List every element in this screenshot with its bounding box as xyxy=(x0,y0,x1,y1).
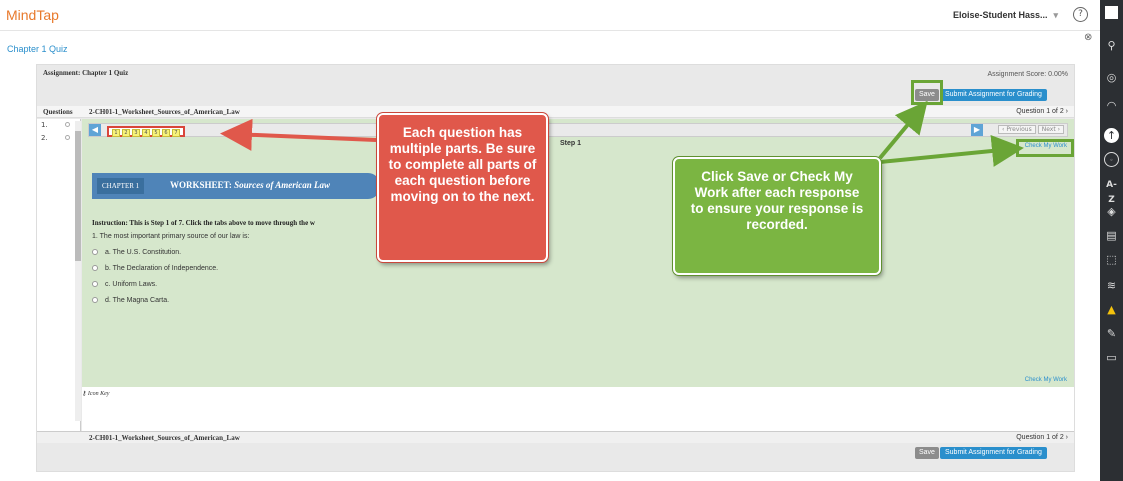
notebook-icon[interactable]: ▤ xyxy=(1104,228,1119,243)
apps-icon[interactable] xyxy=(1105,6,1118,19)
search-icon[interactable]: ⚲ xyxy=(1104,38,1119,53)
az-icon[interactable]: A-Z xyxy=(1104,178,1119,205)
upload-icon[interactable]: ↑ xyxy=(1104,128,1119,143)
green-arrow-save xyxy=(878,100,928,160)
green-callout: Click Save or Check My Work after each r… xyxy=(673,157,881,275)
audio-icon[interactable]: ≋ xyxy=(1104,278,1119,293)
flashcards-icon[interactable]: ⬚ xyxy=(1104,252,1119,267)
red-callout: Each question has multiple parts. Be sur… xyxy=(377,113,548,262)
cards-icon[interactable]: ▭ xyxy=(1104,350,1119,365)
right-toolbar: ⚲ ◎ ◠ ↑ ◦ A-Z ◈ ▤ ⬚ ≋ ▲ ✎ ▭ xyxy=(1100,0,1123,481)
rss-icon[interactable]: ◠ xyxy=(1104,98,1119,113)
notes-icon[interactable]: ✎ xyxy=(1104,326,1119,341)
badge-icon[interactable]: ◦ xyxy=(1104,152,1119,167)
red-arrow xyxy=(220,118,377,151)
diamond-icon[interactable]: ◈ xyxy=(1104,204,1119,219)
annotation-arrows xyxy=(220,100,1024,167)
google-drive-icon[interactable]: ▲ xyxy=(1104,302,1119,317)
account-icon[interactable]: ◎ xyxy=(1104,70,1119,85)
green-arrow-check xyxy=(879,135,1024,167)
